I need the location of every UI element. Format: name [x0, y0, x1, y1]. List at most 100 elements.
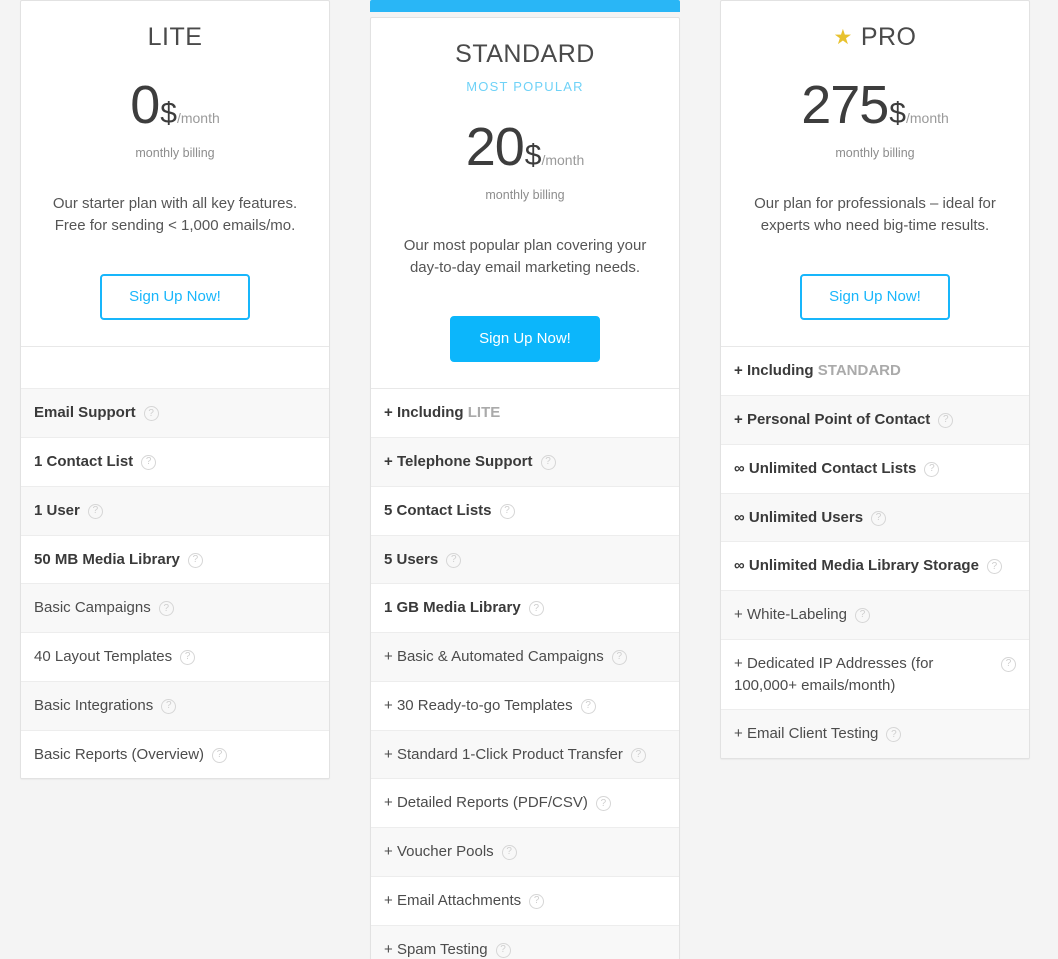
feature-prefix: +	[384, 891, 397, 909]
feature-list-standard: + Including LITE?+ Telephone Support?5 C…	[371, 389, 679, 959]
help-icon[interactable]: ?	[143, 406, 159, 422]
help-icon[interactable]: ?	[924, 461, 940, 477]
feature-name: Telephone Support	[396, 453, 533, 470]
price-period: /month	[541, 151, 585, 168]
feature-name: Standard 1-Click Product Transfer	[396, 745, 623, 763]
plan-card-pro: ★ PRO 275 $/month monthly billing Our plan fo…	[720, 0, 1030, 759]
feature-name: Dedicated IP Addresses (for 100,000+ ema…	[734, 654, 934, 694]
feature-prefix: +	[734, 654, 747, 672]
help-icon[interactable]: ?	[855, 608, 870, 623]
feature-prefix: ∞	[734, 508, 749, 526]
price-row-standard: 20 $/month	[389, 120, 661, 174]
plan-description-line-2: experts who need big-time results.	[760, 217, 990, 235]
help-icon[interactable]: ?	[180, 650, 196, 665]
feature-label: 5 Users	[384, 549, 438, 571]
feature-name: Email Client Testing	[746, 725, 879, 743]
feature-label: + Including STANDARD	[734, 360, 901, 382]
help-icon[interactable]: ?	[446, 552, 462, 568]
feature-name: 30 Ready-to-go Templates	[396, 696, 573, 714]
feature-label: Email Support	[34, 402, 136, 424]
pricing-plans-container: ★LITE0$/monthmonthly billingOur starter …	[0, 0, 1058, 959]
feature-row: + Spam Testing?	[371, 925, 679, 959]
sign-up-button-pro[interactable]: Sign Up Now!	[800, 273, 950, 321]
feature-row: + Personal Point of Contact?	[721, 396, 1029, 445]
help-icon[interactable]: ?	[528, 601, 544, 617]
feature-row: + Including LITE?	[371, 389, 679, 438]
feature-prefix: +	[384, 745, 397, 763]
help-icon[interactable]: ?	[886, 727, 902, 743]
help-icon[interactable]: ?	[87, 503, 103, 519]
feature-label: + Voucher Pools	[384, 841, 494, 863]
feature-row: + Email Client Testing?	[721, 710, 1029, 758]
billing-note: monthly billing	[835, 145, 915, 160]
help-icon[interactable]: ?	[540, 455, 556, 470]
help-icon[interactable]: ?	[529, 893, 545, 909]
most-popular-badge: MOST POPULAR	[466, 78, 584, 94]
price-period: /month	[176, 109, 220, 126]
help-icon[interactable]: ?	[1001, 656, 1016, 672]
feature-row: + White-Labeling?	[721, 591, 1029, 640]
feature-name: Unlimited Media Library Storage	[748, 557, 979, 575]
plan-description-line-2: Free for sending < 1,000 emails/mo.	[54, 217, 296, 235]
feature-label: + Detailed Reports (PDF/CSV)	[384, 792, 588, 814]
feature-label: + Email Attachments	[384, 890, 521, 912]
help-icon[interactable]: ?	[580, 698, 596, 714]
feature-name: Email Attachments	[396, 891, 522, 909]
help-icon[interactable]: ?	[141, 455, 157, 470]
feature-label: Basic Integrations	[34, 695, 153, 717]
feature-label: Basic Campaigns	[34, 597, 151, 619]
help-icon[interactable]: ?	[501, 845, 517, 860]
price-currency: $	[889, 96, 906, 130]
help-icon[interactable]: ?	[938, 413, 954, 428]
help-icon[interactable]: ?	[611, 650, 627, 665]
help-icon[interactable]: ?	[158, 601, 174, 617]
feature-name: 1 User	[34, 501, 80, 519]
feature-row: ∞ Unlimited Users?	[721, 493, 1029, 543]
feature-label: ∞ Unlimited Media Library Storage	[734, 555, 979, 577]
help-icon[interactable]: ?	[595, 796, 611, 812]
plan-description-line-1: Our most popular plan covering your	[403, 236, 647, 254]
billing-note: monthly billing	[485, 187, 565, 202]
sign-up-button-standard[interactable]: Sign Up Now!	[450, 315, 600, 363]
feature-prefix: +	[384, 648, 397, 665]
help-icon[interactable]: ?	[499, 503, 515, 519]
price-amount: 0	[130, 74, 160, 135]
help-icon[interactable]: ?	[495, 942, 511, 958]
pricing-page: ★LITE0$/monthmonthly billingOur starter …	[0, 0, 1058, 959]
feature-prefix: +	[384, 843, 397, 860]
feature-included-plan: LITE	[467, 404, 501, 422]
price-currency: $	[160, 96, 177, 130]
help-icon[interactable]: ?	[187, 552, 203, 568]
feature-row: + Telephone Support?	[371, 438, 679, 487]
sign-up-button-lite[interactable]: Sign Up Now!	[100, 273, 250, 321]
help-icon[interactable]: ?	[212, 747, 228, 763]
plan-header-pro: ★ PRO 275 $/month monthly billing Our plan fo…	[721, 1, 1029, 348]
plan-description: Our starter plan with all key features. F…	[39, 193, 311, 238]
help-icon[interactable]: ?	[871, 510, 887, 526]
plan-name-standard: ★STANDARD	[389, 40, 661, 69]
help-icon[interactable]: ?	[161, 698, 177, 714]
feature-row: 50 MB Media Library?	[21, 535, 329, 585]
feature-row: 40 Layout Templates?	[21, 633, 329, 682]
feature-row: 1 User?	[21, 486, 329, 536]
help-icon[interactable]: ?	[986, 559, 1002, 575]
feature-label: + Spam Testing	[384, 939, 488, 959]
feature-row: + Including STANDARD?	[721, 347, 1029, 396]
feature-prefix: ∞	[734, 557, 749, 575]
signup-button-wrapper: Sign Up Now!	[739, 273, 1011, 321]
signup-button-wrapper: Sign Up Now!	[389, 315, 661, 363]
feature-label: + Basic & Automated Campaigns	[384, 646, 604, 668]
feature-row: Basic Integrations?	[21, 681, 329, 731]
signup-button-wrapper: Sign Up Now!	[39, 273, 311, 321]
price-currency: $	[524, 138, 542, 172]
feature-row: + Voucher Pools?	[371, 828, 679, 877]
plan-description-line-2: day-to-day email marketing needs.	[409, 259, 641, 277]
feature-row: ∞ Unlimited Contact Lists?	[721, 444, 1029, 494]
feature-name: Unlimited Contact Lists	[748, 459, 917, 477]
plan-header-lite: ★LITE 0$/month monthly billing Our starter …	[21, 1, 329, 348]
feature-name: Basic Campaigns	[34, 599, 151, 617]
help-icon[interactable]: ?	[630, 747, 646, 763]
feature-name: Basic Integrations	[34, 696, 154, 714]
feature-prefix: +	[384, 794, 397, 812]
feature-name: 50 MB Media Library	[34, 550, 180, 568]
